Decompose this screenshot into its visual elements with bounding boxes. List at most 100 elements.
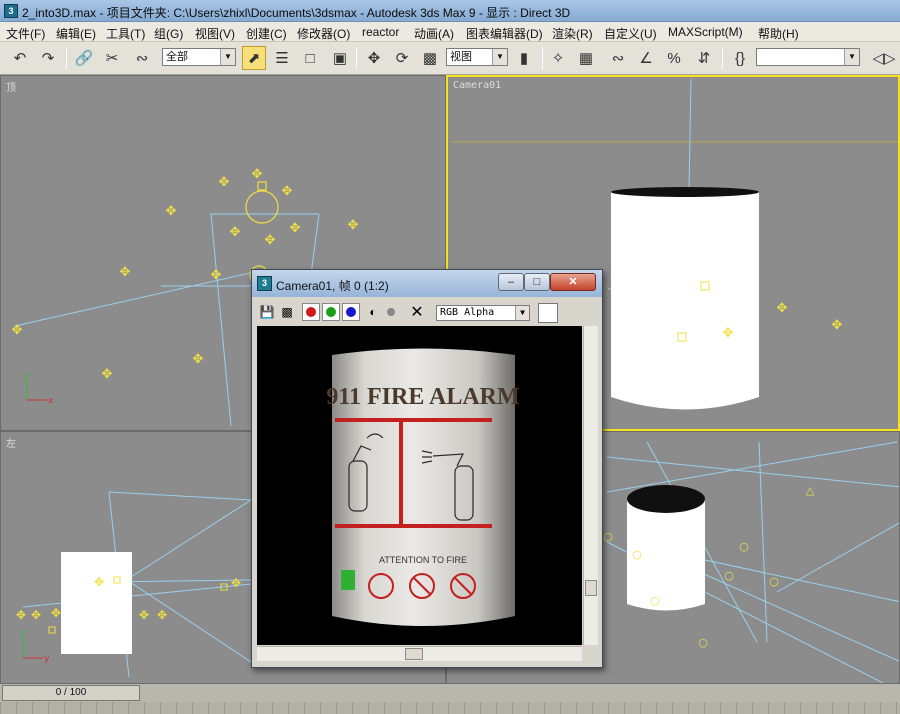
menu-create[interactable]: 创建(C) xyxy=(246,25,287,42)
track-bar[interactable] xyxy=(0,702,900,714)
select-and-move-icon[interactable]: ✥ xyxy=(362,46,386,70)
coord-system-value: 视图 xyxy=(450,51,472,63)
channel-display-dropdown[interactable]: RGB Alpha ▼ xyxy=(436,305,530,321)
select-by-name-icon[interactable]: ☰ xyxy=(270,46,294,70)
selection-filter-dropdown[interactable]: 全部 ▼ xyxy=(162,48,236,66)
alpha-channel-icon[interactable]: ◐ xyxy=(364,303,382,321)
svg-text:✥: ✥ xyxy=(139,608,149,622)
menu-tools[interactable]: 工具(T) xyxy=(106,25,145,42)
3ds-max-icon: 3 xyxy=(257,276,272,291)
svg-text:x: x xyxy=(48,396,54,406)
menu-customize[interactable]: 自定义(U) xyxy=(604,25,657,42)
svg-text:✥: ✥ xyxy=(120,265,131,280)
svg-text:y: y xyxy=(44,654,50,664)
redo-icon[interactable]: ↷ xyxy=(36,46,60,70)
3ds-max-icon[interactable]: 3 xyxy=(4,4,18,18)
spinner-snap-icon[interactable]: ⇵ xyxy=(692,46,716,70)
blue-channel-toggle[interactable] xyxy=(342,303,360,321)
horizontal-scrollbar[interactable] xyxy=(257,646,582,661)
bind-space-warp-icon[interactable]: ∾ xyxy=(130,46,154,70)
chevron-down-icon: ▼ xyxy=(492,49,507,65)
svg-text:✥: ✥ xyxy=(16,608,26,622)
menu-graph-editors[interactable]: 图表编辑器(D) xyxy=(466,25,543,42)
render-window-toolbar: 💾 ▩ ◐ ✕ RGB Alpha ▼ xyxy=(256,300,598,326)
percent-snap-icon[interactable]: % xyxy=(662,46,686,70)
undo-icon[interactable]: ↶ xyxy=(8,46,32,70)
edit-named-selection-icon[interactable]: {} xyxy=(728,46,752,70)
svg-text:✥: ✥ xyxy=(231,576,241,590)
time-slider[interactable]: 0 / 100 xyxy=(2,685,140,701)
svg-text:✥: ✥ xyxy=(166,204,177,219)
select-object-icon[interactable]: ⬈ xyxy=(242,46,266,70)
menu-maxscript[interactable]: MAXScript(M) xyxy=(668,25,743,39)
time-slider-area: 0 / 100 xyxy=(0,684,900,714)
svg-text:✥: ✥ xyxy=(219,175,230,190)
vertical-scroll-thumb[interactable] xyxy=(585,580,597,596)
minimize-button[interactable]: – xyxy=(498,273,524,291)
select-and-scale-icon[interactable]: ▩ xyxy=(418,46,442,70)
keyboard-shortcut-override-icon[interactable]: ▦ xyxy=(574,46,598,70)
save-icon[interactable]: 💾 xyxy=(258,303,276,321)
svg-text:y: y xyxy=(24,371,30,381)
horizontal-scroll-thumb[interactable] xyxy=(405,648,423,660)
red-channel-toggle[interactable] xyxy=(302,303,320,321)
label-title: 911 FIRE ALARM xyxy=(326,384,519,410)
menu-modifiers[interactable]: 修改器(O) xyxy=(297,25,350,42)
menu-file[interactable]: 文件(F) xyxy=(6,25,45,42)
chevron-down-icon: ▼ xyxy=(844,49,859,65)
menu-rendering[interactable]: 渲染(R) xyxy=(552,25,593,42)
svg-text:✥: ✥ xyxy=(31,608,41,622)
channel-display-value: RGB Alpha xyxy=(440,307,495,318)
render-window-title-bar[interactable]: 3 Camera01, 帧 0 (1:2) – □ ✕ xyxy=(252,270,602,297)
svg-text:○: ○ xyxy=(769,575,779,588)
svg-text:✥: ✥ xyxy=(348,218,359,233)
reference-coordinate-dropdown[interactable]: 视图 ▼ xyxy=(446,48,508,66)
monochrome-icon[interactable] xyxy=(382,303,400,321)
3ds-max-window: 3 2_into3D.max - 项目文件夹: C:\Users\zhixl\D… xyxy=(0,0,900,714)
select-and-link-icon[interactable]: 🔗 xyxy=(72,46,96,70)
menu-group[interactable]: 组(G) xyxy=(154,25,183,42)
clear-icon[interactable]: ✕ xyxy=(408,303,426,321)
selection-filter-value: 全部 xyxy=(166,51,188,63)
menu-edit[interactable]: 编辑(E) xyxy=(56,25,96,42)
snaps-toggle-icon[interactable]: ∾ xyxy=(606,46,630,70)
svg-text:✥: ✥ xyxy=(193,352,204,367)
menu-view[interactable]: 视图(V) xyxy=(195,25,235,42)
svg-text:○: ○ xyxy=(632,548,642,561)
select-and-manipulate-icon[interactable]: ✧ xyxy=(546,46,570,70)
clone-window-icon[interactable]: ▩ xyxy=(278,303,296,321)
svg-text:✥: ✥ xyxy=(51,606,61,620)
svg-text:✥: ✥ xyxy=(102,367,113,382)
window-crossing-icon[interactable]: ▣ xyxy=(328,46,352,70)
label-subtitle: ATTENTION TO FIRE xyxy=(379,555,467,565)
toolbar-divider xyxy=(356,47,357,69)
close-button[interactable]: ✕ xyxy=(550,273,596,291)
mirror-icon[interactable]: ◁▷ xyxy=(872,46,896,70)
toolbar-divider xyxy=(722,47,723,69)
unlink-icon[interactable]: ✂ xyxy=(100,46,124,70)
svg-text:✥: ✥ xyxy=(211,268,222,283)
green-channel-toggle[interactable] xyxy=(322,303,340,321)
vertical-scrollbar[interactable] xyxy=(583,326,598,645)
svg-text:○: ○ xyxy=(739,540,749,553)
menu-bar: 文件(F) 编辑(E) 工具(T) 组(G) 视图(V) 创建(C) 修改器(O… xyxy=(0,22,900,42)
named-selection-sets-dropdown[interactable]: ▼ xyxy=(756,48,860,66)
menu-reactor[interactable]: reactor xyxy=(362,25,399,39)
chevron-down-icon: ▼ xyxy=(515,306,529,320)
rendered-frame-window: 3 Camera01, 帧 0 (1:2) – □ ✕ 💾 ▩ ◐ ✕ RGB … xyxy=(251,269,603,668)
pixel-color-swatch[interactable] xyxy=(538,303,558,323)
rectangular-selection-icon[interactable]: □ xyxy=(298,46,322,70)
menu-animation[interactable]: 动画(A) xyxy=(414,25,454,42)
pivot-center-icon[interactable]: ▮ xyxy=(512,46,536,70)
svg-text:✥: ✥ xyxy=(832,318,843,333)
angle-snap-icon[interactable]: ∠ xyxy=(634,46,658,70)
title-bar: 3 2_into3D.max - 项目文件夹: C:\Users\zhixl\D… xyxy=(0,0,900,22)
maximize-button[interactable]: □ xyxy=(524,273,550,291)
svg-text:✥: ✥ xyxy=(290,221,301,236)
svg-text:z: z xyxy=(20,629,25,639)
select-and-rotate-icon[interactable]: ⟳ xyxy=(390,46,414,70)
menu-help[interactable]: 帮助(H) xyxy=(758,25,799,42)
svg-text:○: ○ xyxy=(698,636,708,649)
svg-text:○: ○ xyxy=(650,594,660,607)
svg-text:○: ○ xyxy=(724,569,734,582)
